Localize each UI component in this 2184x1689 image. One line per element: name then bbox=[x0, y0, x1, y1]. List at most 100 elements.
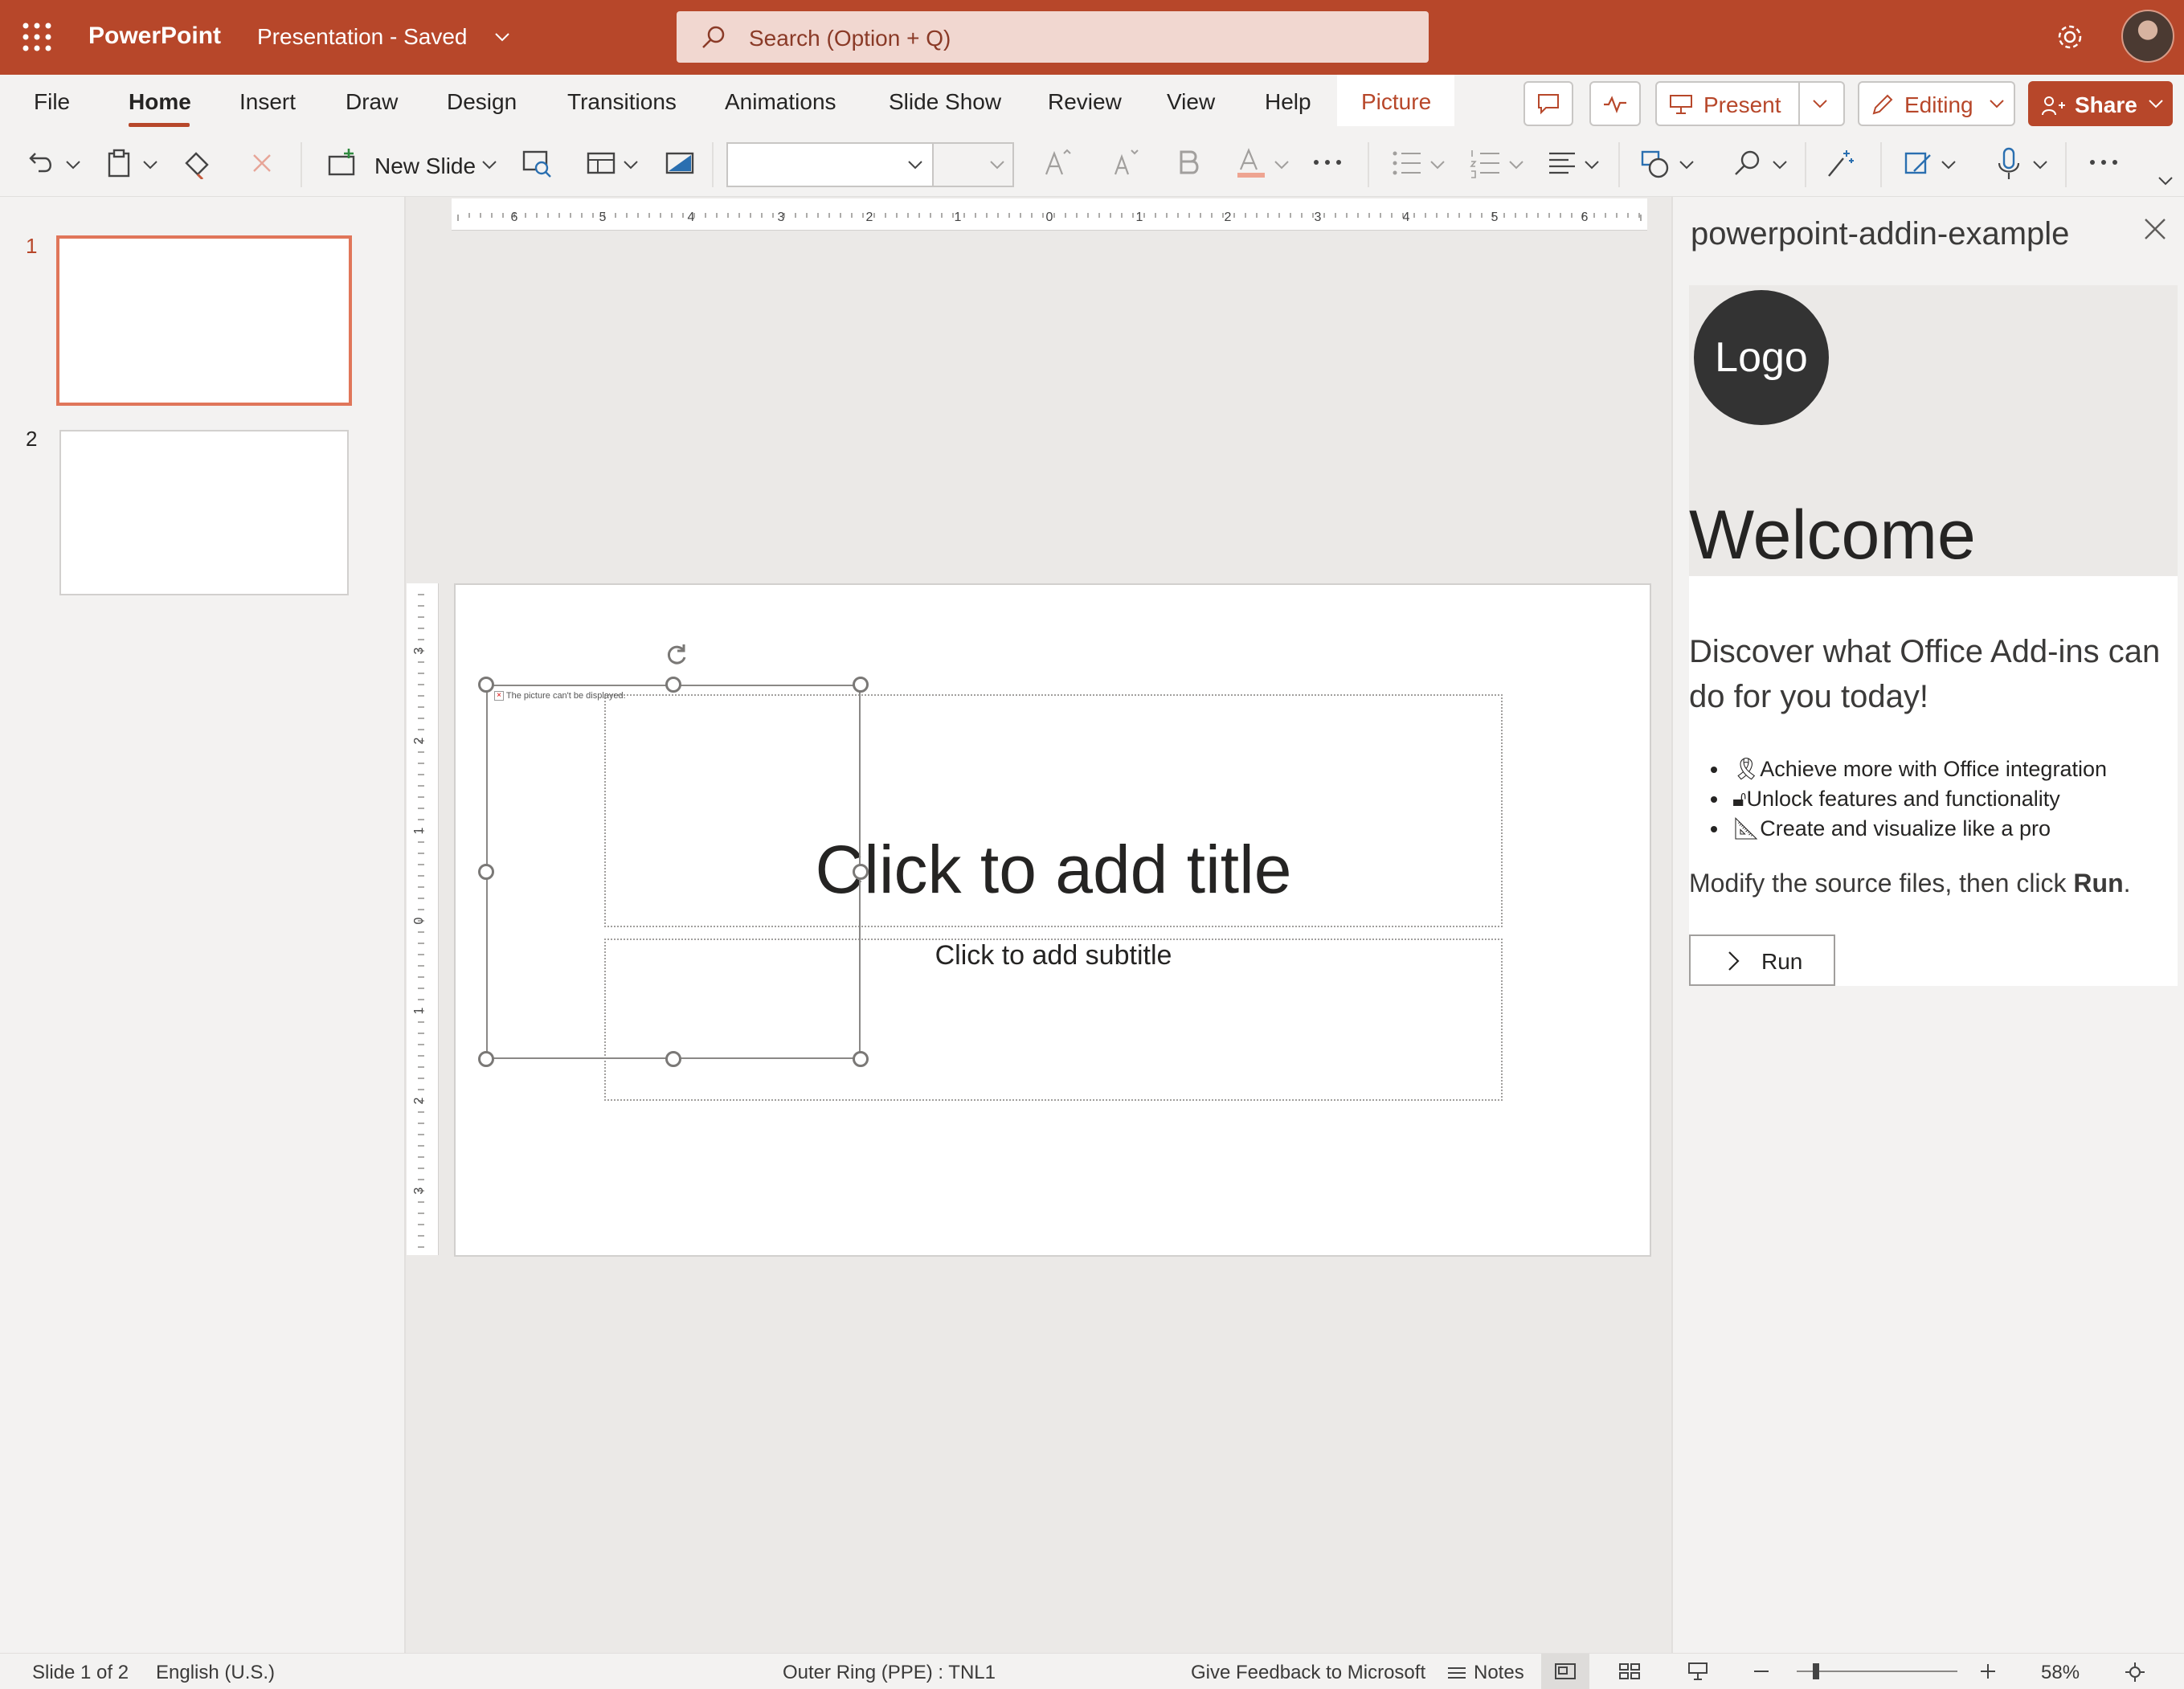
chevron-down-icon[interactable] bbox=[1583, 157, 1601, 173]
format-painter-icon[interactable] bbox=[182, 147, 214, 179]
zoom-level[interactable]: 58% bbox=[2041, 1662, 2080, 1684]
picture-placeholder[interactable]: × The picture can't be displayed. bbox=[486, 685, 861, 1059]
tab-animations[interactable]: Animations bbox=[725, 89, 836, 115]
font-name-select[interactable] bbox=[726, 142, 934, 187]
chevron-down-icon[interactable] bbox=[2031, 157, 2049, 173]
format-background-icon[interactable] bbox=[664, 147, 696, 179]
resize-handle[interactable] bbox=[853, 677, 869, 693]
align-text-icon[interactable] bbox=[1546, 147, 1578, 179]
tab-transitions[interactable]: Transitions bbox=[567, 89, 677, 115]
tab-view[interactable]: View bbox=[1167, 89, 1215, 115]
present-label: Present bbox=[1703, 92, 1781, 117]
run-button[interactable]: Run bbox=[1689, 934, 1835, 986]
app-launcher-icon[interactable] bbox=[21, 21, 53, 53]
reading-view-icon[interactable] bbox=[1687, 1662, 1708, 1681]
expand-ribbon-icon[interactable] bbox=[2157, 173, 2174, 189]
fit-to-window-icon[interactable] bbox=[2125, 1662, 2145, 1683]
chevron-right-icon bbox=[1726, 949, 1742, 973]
undo-icon[interactable] bbox=[27, 147, 56, 179]
new-slide-button[interactable]: New Slide bbox=[374, 153, 476, 179]
new-slide-icon[interactable] bbox=[325, 147, 358, 179]
slide-thumbnail-1[interactable] bbox=[56, 235, 352, 406]
tab-picture[interactable]: Picture bbox=[1361, 89, 1431, 115]
modify-run-bold: Run bbox=[2073, 869, 2124, 898]
tab-draw[interactable]: Draw bbox=[346, 89, 398, 115]
zoom-in-icon[interactable] bbox=[1978, 1662, 1998, 1681]
chevron-down-icon[interactable] bbox=[1811, 96, 1829, 112]
shapes-icon[interactable] bbox=[1639, 147, 1673, 179]
user-avatar[interactable] bbox=[2121, 10, 2174, 63]
resize-handle[interactable] bbox=[853, 1051, 869, 1067]
resize-handle[interactable] bbox=[478, 864, 494, 880]
chevron-down-icon[interactable] bbox=[1771, 157, 1789, 173]
find-icon[interactable] bbox=[1732, 147, 1765, 179]
add-in-task-pane: powerpoint-addin-example Logo Welcome Di… bbox=[1671, 197, 2184, 1653]
present-divider bbox=[1798, 83, 1800, 125]
give-feedback-link[interactable]: Give Feedback to Microsoft bbox=[1191, 1662, 1425, 1684]
resize-handle[interactable] bbox=[478, 677, 494, 693]
chevron-down-icon[interactable] bbox=[1678, 157, 1695, 173]
editing-mode-button[interactable]: Editing bbox=[1858, 81, 2015, 126]
dictate-microphone-icon[interactable] bbox=[1996, 147, 2022, 181]
run-label: Run bbox=[1761, 949, 1803, 974]
numbering-icon bbox=[1469, 147, 1503, 179]
discover-text: Discover what Office Add-ins can do for … bbox=[1689, 634, 2161, 714]
normal-view-button[interactable] bbox=[1541, 1654, 1589, 1689]
app-name[interactable]: PowerPoint bbox=[88, 22, 221, 50]
chevron-down-icon[interactable] bbox=[141, 157, 159, 173]
designer-wand-icon[interactable] bbox=[1824, 147, 1856, 179]
chevron-down-icon bbox=[2147, 96, 2165, 112]
notes-icon[interactable] bbox=[1446, 1663, 1467, 1681]
more-font-options-icon[interactable] bbox=[1311, 150, 1344, 174]
svg-text:0: 0 bbox=[412, 917, 426, 924]
picture-error-text: × The picture can't be displayed. bbox=[494, 691, 626, 701]
toolbar-separator bbox=[1880, 142, 1882, 187]
chevron-down-icon[interactable] bbox=[481, 157, 498, 173]
chevron-down-icon[interactable] bbox=[64, 157, 82, 173]
welcome-heading: Welcome bbox=[1689, 497, 1976, 574]
tab-design[interactable]: Design bbox=[447, 89, 517, 115]
search-box[interactable]: Search (Option + Q) bbox=[677, 11, 1429, 63]
search-icon bbox=[701, 24, 726, 50]
reuse-slides-icon[interactable] bbox=[521, 147, 553, 179]
design-ideas-icon[interactable] bbox=[1903, 147, 1935, 179]
svg-text:2: 2 bbox=[1225, 211, 1232, 224]
active-tab-indicator bbox=[129, 123, 190, 127]
layout-icon[interactable] bbox=[585, 147, 617, 179]
document-name[interactable]: Presentation - Saved bbox=[257, 24, 468, 50]
tab-file[interactable]: File bbox=[34, 89, 70, 115]
chevron-down-icon[interactable] bbox=[1940, 157, 1957, 173]
toolbar-separator bbox=[1618, 142, 1620, 187]
more-options-icon[interactable] bbox=[2088, 150, 2120, 174]
resize-handle[interactable] bbox=[478, 1051, 494, 1067]
catch-up-button[interactable] bbox=[1589, 81, 1641, 126]
chevron-down-icon bbox=[1273, 157, 1290, 173]
rotate-handle-icon[interactable] bbox=[663, 641, 690, 669]
zoom-slider[interactable] bbox=[1797, 1662, 1957, 1681]
tab-help[interactable]: Help bbox=[1265, 89, 1311, 115]
list-item: 📐︎Create and visualize like a pro bbox=[1729, 814, 2107, 844]
share-button[interactable]: Share bbox=[2028, 81, 2173, 126]
comments-button[interactable] bbox=[1523, 81, 1573, 126]
settings-gear-icon[interactable] bbox=[2054, 21, 2086, 53]
tab-insert[interactable]: Insert bbox=[239, 89, 296, 115]
tab-slide-show[interactable]: Slide Show bbox=[889, 89, 1001, 115]
slide-thumbnail-2[interactable] bbox=[59, 430, 349, 595]
resize-handle[interactable] bbox=[665, 677, 681, 693]
slide-sorter-icon[interactable] bbox=[1618, 1662, 1641, 1680]
chevron-down-icon[interactable] bbox=[493, 29, 511, 45]
chevron-down-icon[interactable] bbox=[622, 157, 640, 173]
close-icon[interactable] bbox=[2141, 215, 2170, 243]
zoom-out-icon[interactable] bbox=[1752, 1662, 1771, 1681]
tab-review[interactable]: Review bbox=[1048, 89, 1122, 115]
resize-handle[interactable] bbox=[665, 1051, 681, 1067]
svg-text:2: 2 bbox=[412, 737, 426, 744]
language-indicator[interactable]: English (U.S.) bbox=[156, 1662, 275, 1684]
present-button[interactable]: Present bbox=[1655, 81, 1845, 126]
font-size-select[interactable] bbox=[932, 142, 1014, 187]
notes-button[interactable]: Notes bbox=[1474, 1662, 1524, 1684]
tab-home[interactable]: Home bbox=[129, 89, 191, 115]
slide-canvas[interactable]: Click to add title Click to add subtitle… bbox=[454, 583, 1651, 1257]
paste-clipboard-icon[interactable] bbox=[104, 147, 133, 179]
resize-handle[interactable] bbox=[853, 864, 869, 880]
